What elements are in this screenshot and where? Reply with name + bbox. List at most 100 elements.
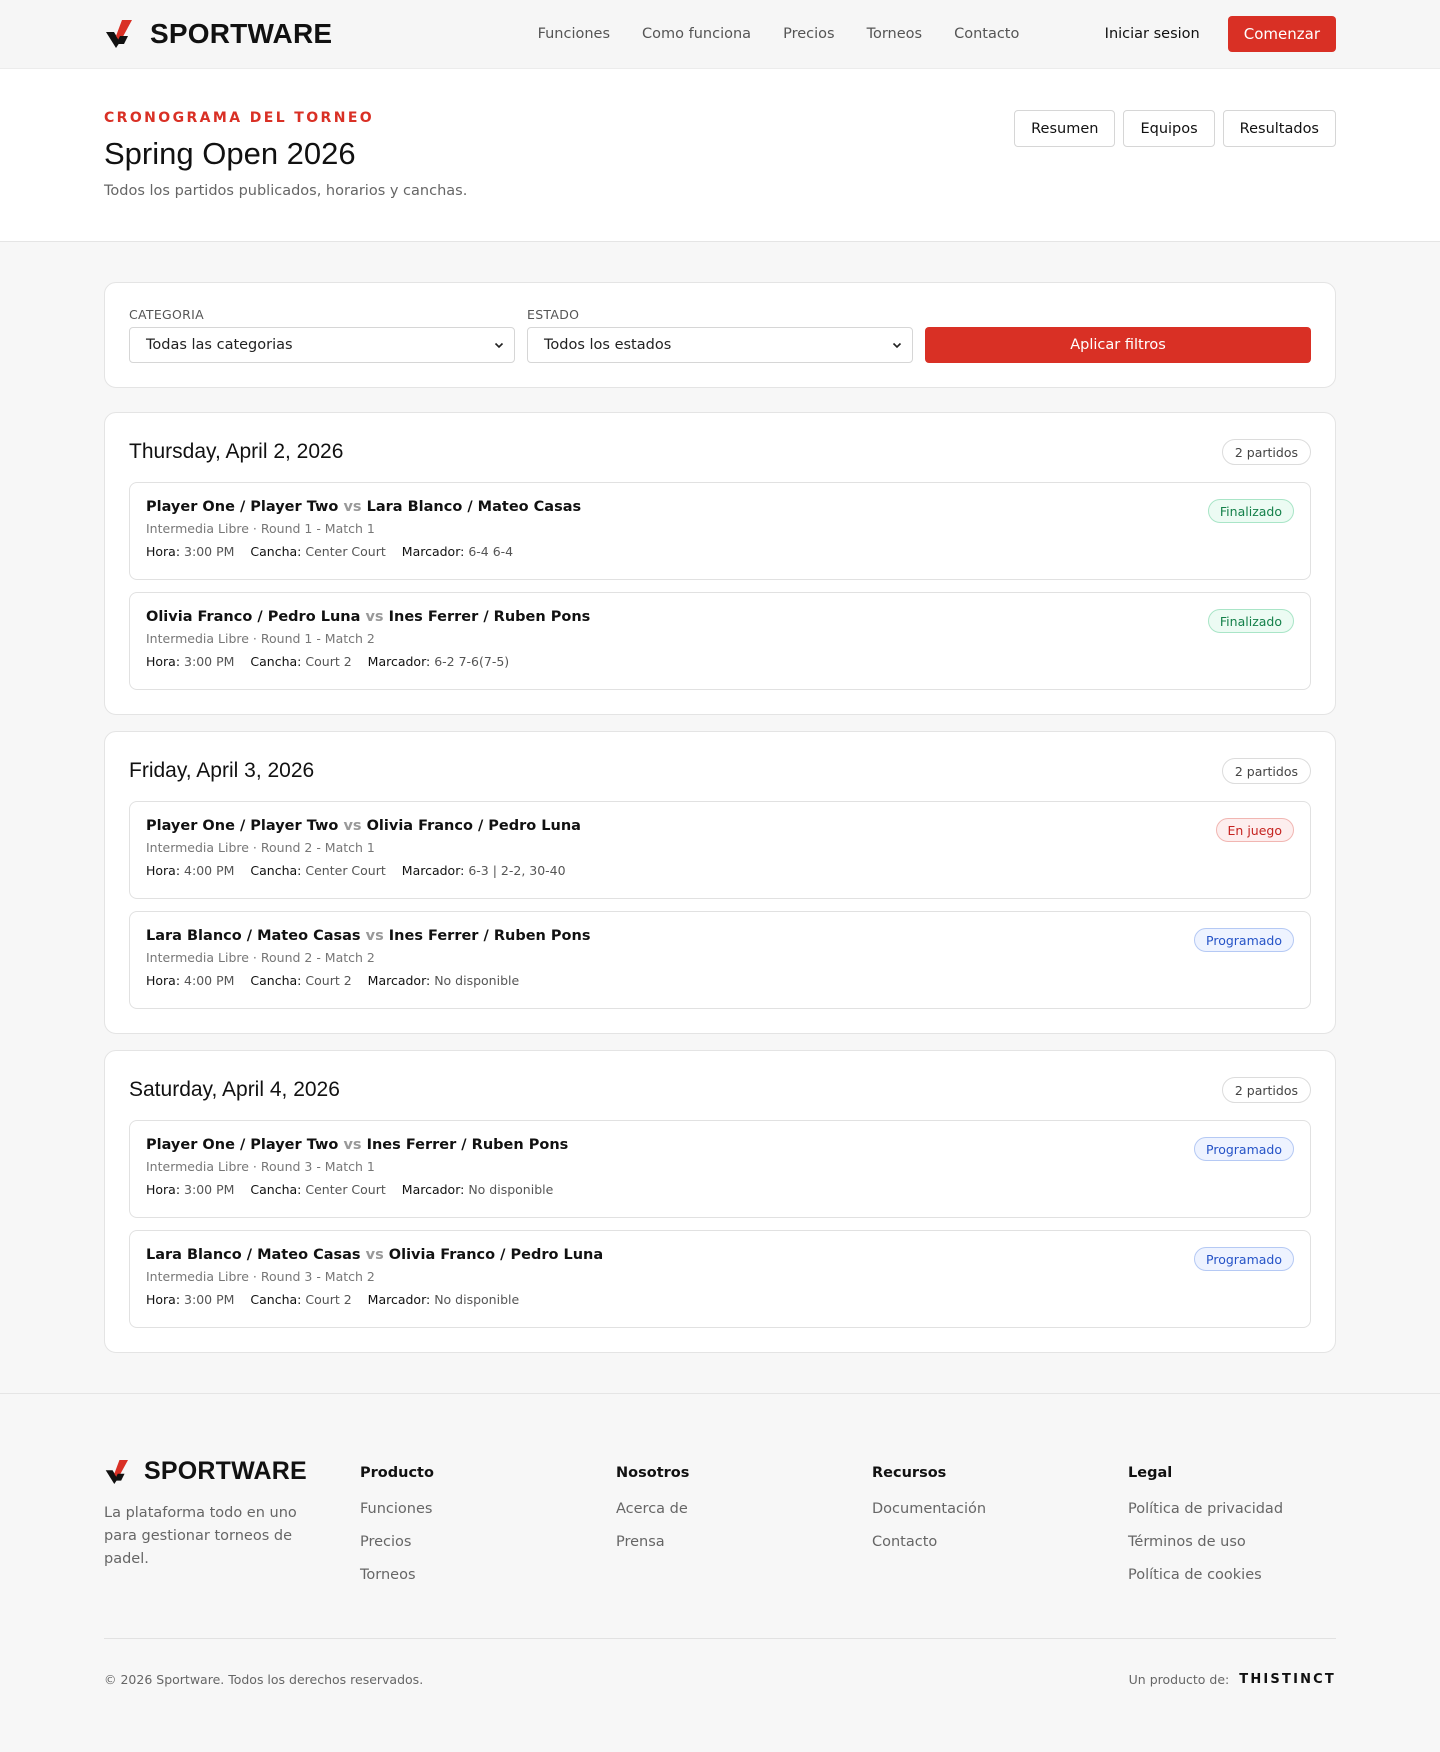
footer-link-funciones[interactable]: Funciones xyxy=(360,1501,616,1517)
match-card[interactable]: Player One / Player Two vs Ines Ferrer /… xyxy=(129,1120,1311,1218)
tournament-tabs: Resumen Equipos Resultados xyxy=(1014,110,1336,199)
match-court: Cancha: Center Court xyxy=(250,863,386,878)
footer-link-precios[interactable]: Precios xyxy=(360,1534,616,1550)
match-score: Marcador: No disponible xyxy=(367,973,520,988)
footer-link-terminos[interactable]: Términos de uso xyxy=(1128,1534,1336,1550)
footer-description: La plataforma todo en uno para gestionar… xyxy=(104,1505,297,1567)
nav-torneos[interactable]: Torneos xyxy=(867,26,923,42)
status-badge: Programado xyxy=(1194,928,1294,952)
vs-label: vs xyxy=(365,609,384,625)
match-teams: Lara Blanco / Mateo Casas vs Olivia Fran… xyxy=(146,1247,1294,1263)
tab-equipos[interactable]: Equipos xyxy=(1123,110,1215,147)
footer-link-torneos[interactable]: Torneos xyxy=(360,1567,616,1583)
footer-col-title: Legal xyxy=(1128,1465,1173,1481)
category-select-value: Todas las categorias xyxy=(146,337,293,353)
status-label: ESTADO xyxy=(527,307,580,322)
match-score: Marcador: 6-2 7-6(7-5) xyxy=(367,654,510,669)
logo-mark-icon xyxy=(105,1459,128,1484)
footer-logo[interactable]: SPORTWARE xyxy=(104,1457,360,1486)
copyright: © 2026 Sportware. Todos los derechos res… xyxy=(104,1672,424,1687)
match-card[interactable]: Lara Blanco / Mateo Casas vs Olivia Fran… xyxy=(129,1230,1311,1328)
tab-resultados[interactable]: Resultados xyxy=(1222,110,1336,147)
site-footer: SPORTWARE La plataforma todo en uno para… xyxy=(0,1393,1440,1743)
team-b: Ines Ferrer / Ruben Pons xyxy=(366,1137,569,1153)
vs-label: vs xyxy=(343,1137,362,1153)
team-b: Ines Ferrer / Ruben Pons xyxy=(388,609,591,625)
day-card: Friday, April 3, 2026 2 partidos Player … xyxy=(104,731,1336,1034)
match-meta: Intermedia Libre · Round 3 - Match 2 xyxy=(146,1269,375,1284)
apply-filters-button[interactable]: Aplicar filtros xyxy=(925,327,1311,363)
vs-label: vs xyxy=(365,928,384,944)
status-badge: Programado xyxy=(1194,1137,1294,1161)
category-label: CATEGORIA xyxy=(129,307,204,322)
status-badge: En juego xyxy=(1215,818,1294,842)
get-started-button[interactable]: Comenzar xyxy=(1227,16,1336,52)
page-hero: CRONOGRAMA DEL TORNEO Spring Open 2026 T… xyxy=(0,69,1440,242)
team-b: Olivia Franco / Pedro Luna xyxy=(366,818,581,834)
match-teams: Player One / Player Two vs Olivia Franco… xyxy=(146,818,1294,834)
main-nav: Funciones Como funciona Precios Torneos … xyxy=(538,26,1020,42)
match-time: Hora: 3:00 PM xyxy=(146,654,235,669)
match-card[interactable]: Olivia Franco / Pedro Luna vs Ines Ferre… xyxy=(129,592,1311,690)
chevron-down-icon xyxy=(892,342,902,349)
team-a: Lara Blanco / Mateo Casas xyxy=(146,1247,361,1263)
day-title: Thursday, April 2, 2026 xyxy=(129,440,344,463)
footer-link-cookies[interactable]: Política de cookies xyxy=(1128,1567,1336,1583)
match-time: Hora: 3:00 PM xyxy=(146,1182,235,1197)
match-details: Hora: 3:00 PM Cancha: Center Court Marca… xyxy=(146,1182,1294,1197)
eyebrow-label: CRONOGRAMA DEL TORNEO xyxy=(104,110,375,126)
category-select[interactable]: Todas las categorias xyxy=(129,327,515,363)
match-time: Hora: 3:00 PM xyxy=(146,1292,235,1307)
footer-link-privacidad[interactable]: Política de privacidad xyxy=(1128,1501,1336,1517)
match-details: Hora: 3:00 PM Cancha: Court 2 Marcador: … xyxy=(146,1292,1294,1307)
match-court: Cancha: Court 2 xyxy=(250,973,352,988)
match-court: Cancha: Court 2 xyxy=(250,1292,352,1307)
match-details: Hora: 3:00 PM Cancha: Court 2 Marcador: … xyxy=(146,654,1294,669)
vs-label: vs xyxy=(343,499,362,515)
status-select[interactable]: Todos los estados xyxy=(527,327,913,363)
match-teams: Olivia Franco / Pedro Luna vs Ines Ferre… xyxy=(146,609,1294,625)
match-card[interactable]: Player One / Player Two vs Olivia Franco… xyxy=(129,801,1311,899)
day-card: Thursday, April 2, 2026 2 partidos Playe… xyxy=(104,412,1336,715)
match-count-badge: 2 partidos xyxy=(1221,758,1311,784)
made-by: Un producto de: THISTINCT xyxy=(1129,1672,1336,1687)
match-meta: Intermedia Libre · Round 3 - Match 1 xyxy=(146,1159,375,1174)
nav-como-funciona[interactable]: Como funciona xyxy=(642,26,751,42)
schedule-main: CATEGORIA Todas las categorias ESTADO To… xyxy=(104,282,1336,1353)
footer-link-acerca[interactable]: Acerca de xyxy=(616,1501,872,1517)
nav-contacto[interactable]: Contacto xyxy=(954,26,1019,42)
chevron-down-icon xyxy=(494,342,504,349)
match-details: Hora: 4:00 PM Cancha: Center Court Marca… xyxy=(146,863,1294,878)
brand-logo[interactable]: SPORTWARE xyxy=(104,18,332,50)
match-meta: Intermedia Libre · Round 1 - Match 2 xyxy=(146,631,375,646)
match-details: Hora: 3:00 PM Cancha: Center Court Marca… xyxy=(146,544,1294,559)
made-by-logo[interactable]: THISTINCT xyxy=(1239,1672,1336,1687)
nav-precios[interactable]: Precios xyxy=(783,26,834,42)
match-teams: Player One / Player Two vs Ines Ferrer /… xyxy=(146,1137,1294,1153)
match-count-badge: 2 partidos xyxy=(1221,1077,1311,1103)
vs-label: vs xyxy=(343,818,362,834)
footer-col-title: Recursos xyxy=(872,1465,947,1481)
day-title: Friday, April 3, 2026 xyxy=(129,759,315,782)
match-score: Marcador: No disponible xyxy=(401,1182,554,1197)
login-link[interactable]: Iniciar sesion xyxy=(1105,26,1200,42)
team-b: Ines Ferrer / Ruben Pons xyxy=(388,928,591,944)
footer-link-prensa[interactable]: Prensa xyxy=(616,1534,872,1550)
match-card[interactable]: Lara Blanco / Mateo Casas vs Ines Ferrer… xyxy=(129,911,1311,1009)
logo-mark-icon xyxy=(106,20,132,48)
match-meta: Intermedia Libre · Round 1 - Match 1 xyxy=(146,521,375,536)
day-title: Saturday, April 4, 2026 xyxy=(129,1078,340,1101)
footer-link-contacto[interactable]: Contacto xyxy=(872,1534,1128,1550)
match-time: Hora: 3:00 PM xyxy=(146,544,235,559)
team-a: Player One / Player Two xyxy=(146,499,339,515)
match-court: Cancha: Court 2 xyxy=(250,654,352,669)
filter-card: CATEGORIA Todas las categorias ESTADO To… xyxy=(104,282,1336,388)
status-badge: Finalizado xyxy=(1207,609,1294,633)
match-teams: Player One / Player Two vs Lara Blanco /… xyxy=(146,499,1294,515)
match-card[interactable]: Player One / Player Two vs Lara Blanco /… xyxy=(129,482,1311,580)
match-score: Marcador: 6-4 6-4 xyxy=(401,544,514,559)
made-by-label: Un producto de: xyxy=(1128,1672,1230,1687)
footer-link-documentacion[interactable]: Documentación xyxy=(872,1501,1128,1517)
tab-resumen[interactable]: Resumen xyxy=(1014,110,1116,147)
nav-funciones[interactable]: Funciones xyxy=(538,26,610,42)
